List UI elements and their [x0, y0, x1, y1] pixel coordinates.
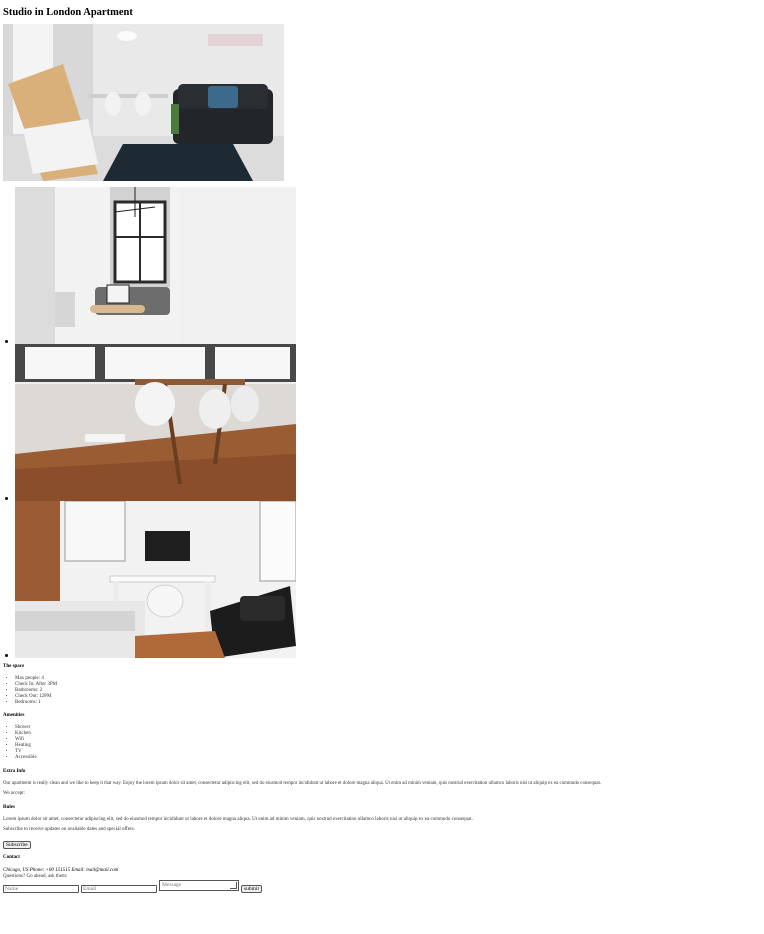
email-field[interactable]: [81, 885, 157, 893]
lounge-photo[interactable]: [15, 187, 296, 344]
message-field[interactable]: Message: [159, 880, 239, 891]
subscribe-text: Subscribe to receive updates on availabl…: [3, 827, 135, 832]
amenities-section: Amenities Shower Kitchen Wifi Heating TV…: [3, 713, 37, 761]
resize-handle-icon[interactable]: [230, 882, 237, 889]
list-bullet: [5, 654, 8, 657]
contact-question: Questions? Go ahead, ask them:: [3, 874, 68, 879]
page-title: Studio in London Apartment: [3, 7, 133, 18]
rules-section: Rules Lorem ipsum dolor sit amet, consec…: [3, 805, 473, 833]
space-section: The space Max people: 4 Check In: After …: [3, 664, 57, 706]
list-bullet: [5, 340, 8, 343]
rules-text: Lorem ipsum dolor sit amet, consectetur …: [3, 817, 473, 822]
submit-button[interactable]: submit: [241, 885, 262, 893]
space-list: Max people: 4 Check In: After 3PM Bathro…: [3, 676, 57, 706]
list-item: Bedrooms: 1: [15, 700, 57, 706]
dining-photo[interactable]: [15, 344, 296, 501]
list-bullet: [5, 497, 8, 500]
contact-heading: Contact: [3, 855, 20, 860]
amenities-list: Shower Kitchen Wifi Heating TV Accessibl…: [3, 725, 37, 761]
extra-info-text: Our apartment is really clean and we lik…: [3, 781, 602, 786]
contact-section: Contact Chicago, US Phone: +00 151515 Em…: [3, 855, 118, 880]
extra-info-heading: Extra Info: [3, 769, 26, 774]
space-heading: The space: [3, 664, 25, 669]
amenities-heading: Amenities: [3, 713, 25, 718]
message-placeholder: Message: [162, 882, 182, 888]
subscribe-button[interactable]: Subscribe: [3, 841, 31, 849]
bedroom-photo[interactable]: [15, 501, 296, 658]
list-item: Accessible: [15, 755, 37, 761]
payment-accept-label: We accept:: [3, 791, 25, 796]
rules-heading: Rules: [3, 805, 15, 810]
living-room-photo: [3, 24, 284, 181]
name-field[interactable]: [3, 885, 79, 893]
extra-info-section: Extra Info Our apartment is really clean…: [3, 769, 601, 797]
